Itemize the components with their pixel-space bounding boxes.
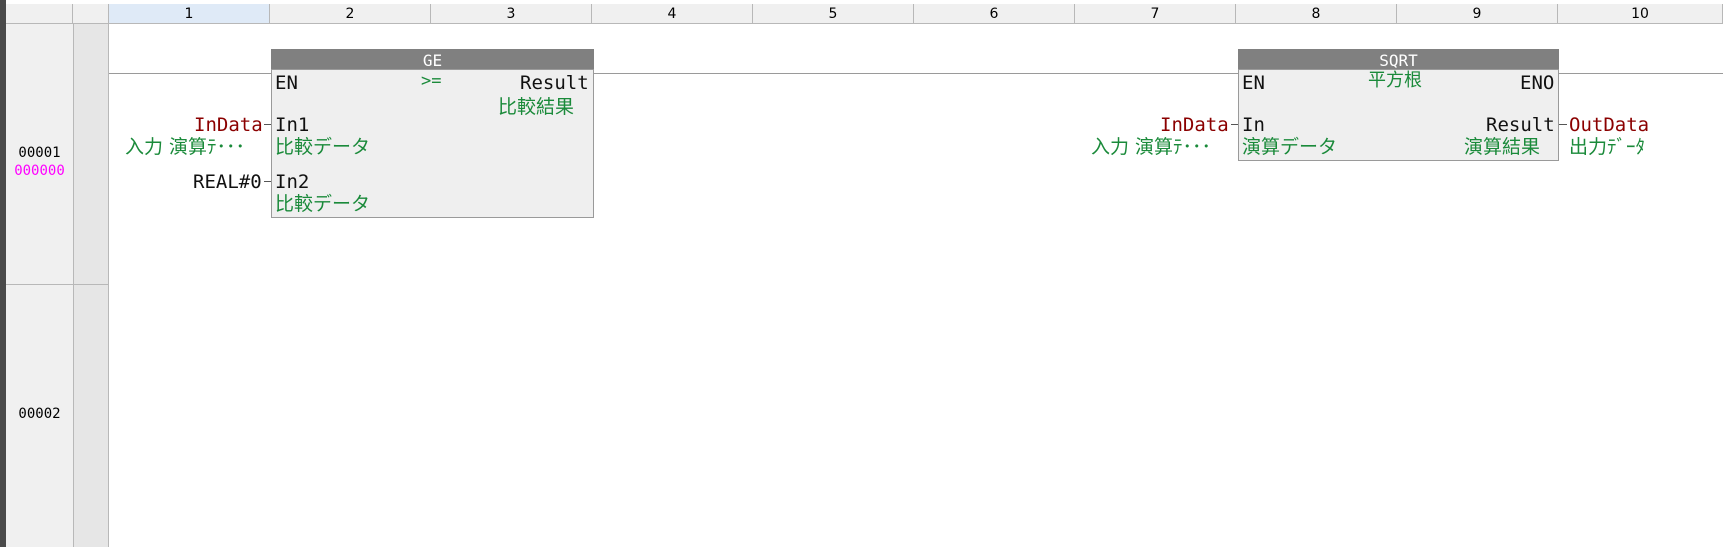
ge-result-comment: 比較結果	[498, 96, 575, 118]
corner-header-2	[73, 4, 109, 24]
sqrt-eno-pin: ENO	[1520, 72, 1555, 94]
row-gutter-divider	[73, 284, 109, 285]
column-header-7[interactable]: 7	[1075, 4, 1236, 24]
corner-header	[6, 4, 73, 24]
ge-en-pin: EN	[275, 72, 298, 94]
ge-in1-variable[interactable]: InData	[194, 114, 263, 136]
sqrt-en-pin: EN	[1242, 72, 1265, 94]
column-header-9[interactable]: 9	[1397, 4, 1558, 24]
row-header-1[interactable]: 00001 000000	[6, 24, 73, 285]
sqrt-in-pin: In	[1242, 114, 1265, 136]
row-header-divider	[6, 284, 73, 285]
sqrt-in-variable-comment: 入力 演算ﾃ･･･	[1091, 136, 1212, 158]
sqrt-result-comment: 演算結果	[1464, 136, 1541, 158]
ge-symbol: >=	[421, 71, 442, 91]
step-number: 000000	[14, 163, 65, 179]
ge-in1-comment: 比較データ	[275, 136, 371, 158]
rung-number: 00002	[18, 406, 61, 422]
ge-result-pin: Result	[520, 72, 589, 94]
column-header-1[interactable]: 1	[109, 4, 270, 24]
column-header-8[interactable]: 8	[1236, 4, 1397, 24]
row-header-2[interactable]: 00002	[6, 285, 73, 547]
sqrt-out-variable-comment: 出力ﾃﾞｰﾀ	[1569, 136, 1646, 158]
sqrt-out-wire	[1559, 124, 1567, 125]
sqrt-out-variable[interactable]: OutData	[1569, 114, 1649, 136]
column-header-4[interactable]: 4	[592, 4, 753, 24]
column-header-10[interactable]: 10	[1558, 4, 1723, 24]
ge-in1-wire	[264, 124, 271, 125]
sqrt-block-title[interactable]: SQRT	[1238, 49, 1559, 69]
ge-in2-pin: In2	[275, 171, 310, 193]
ge-block-title[interactable]: GE	[271, 49, 594, 69]
sqrt-comment: 平方根	[1368, 70, 1422, 91]
ge-in1-variable-comment: 入力 演算ﾃ･･･	[125, 136, 246, 158]
row-gutter	[73, 24, 109, 547]
ge-in2-comment: 比較データ	[275, 193, 371, 215]
ge-in1-pin: In1	[275, 114, 310, 136]
column-header-3[interactable]: 3	[431, 4, 592, 24]
ge-in2-wire	[264, 181, 271, 182]
rung-number: 00001	[18, 145, 61, 161]
ge-in2-constant[interactable]: REAL#0	[193, 171, 262, 193]
sqrt-result-pin: Result	[1486, 114, 1555, 136]
sqrt-in-variable[interactable]: InData	[1160, 114, 1229, 136]
column-header-6[interactable]: 6	[914, 4, 1075, 24]
column-header-5[interactable]: 5	[753, 4, 914, 24]
sqrt-in-wire	[1231, 124, 1238, 125]
column-header-2[interactable]: 2	[270, 4, 431, 24]
sqrt-in-comment: 演算データ	[1242, 136, 1338, 158]
